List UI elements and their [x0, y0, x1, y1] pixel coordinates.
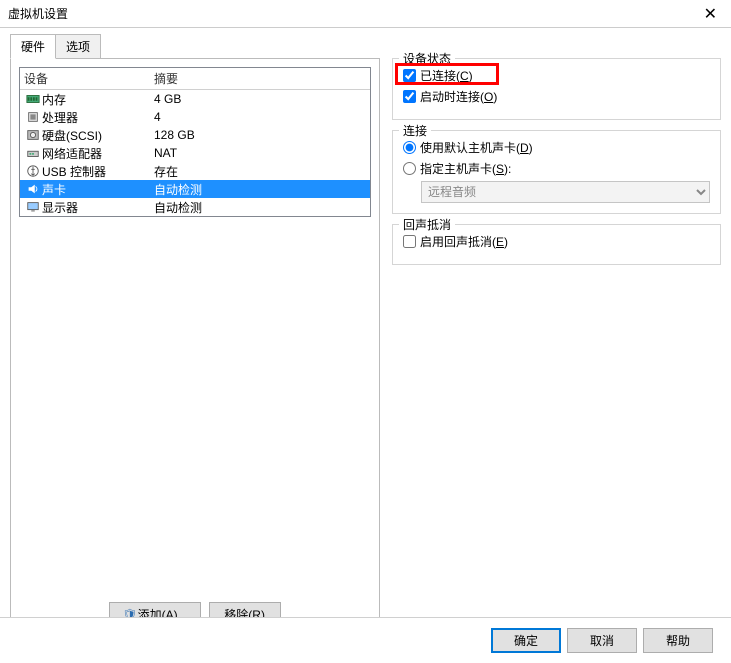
- device-summary: 自动检测: [154, 181, 366, 198]
- cpu-icon: [24, 110, 42, 124]
- enable-echo-label: 启用回声抵消(E): [420, 233, 508, 250]
- hardware-row[interactable]: 处理器4: [20, 108, 370, 126]
- use-default-host-label: 使用默认主机声卡(D): [420, 139, 533, 156]
- specify-host-radio[interactable]: [403, 162, 416, 175]
- tab-options[interactable]: 选项: [55, 34, 101, 59]
- device-name: 处理器: [42, 109, 154, 126]
- enable-echo-row[interactable]: 启用回声抵消(E): [403, 233, 710, 250]
- right-panel: 设备状态 已连接(C) 启动时连接(O) 连接 使用默认主机声卡(D): [392, 58, 721, 636]
- window-title: 虚拟机设置: [8, 5, 68, 22]
- connect-at-poweron-label: 启动时连接(O): [420, 88, 497, 105]
- device-summary: 自动检测: [154, 199, 366, 216]
- connected-label: 已连接(C): [420, 67, 473, 84]
- tab-bar: 硬件 选项: [10, 34, 721, 59]
- device-summary: 4: [154, 110, 366, 124]
- hardware-row[interactable]: 显示器自动检测: [20, 198, 370, 216]
- hardware-list: 设备 摘要 内存4 GB处理器4硬盘(SCSI)128 GB网络适配器NATUS…: [19, 67, 371, 217]
- connect-at-poweron-checkbox[interactable]: [403, 90, 416, 103]
- connected-checkbox-row[interactable]: 已连接(C): [403, 67, 710, 84]
- group-title-echo: 回声抵消: [399, 216, 455, 233]
- title-bar: 虚拟机设置 ✕: [0, 0, 731, 28]
- help-button[interactable]: 帮助: [643, 628, 713, 653]
- disk-icon: [24, 128, 42, 142]
- device-summary: 4 GB: [154, 92, 366, 106]
- hardware-row[interactable]: USB 控制器存在: [20, 162, 370, 180]
- hardware-row[interactable]: 网络适配器NAT: [20, 144, 370, 162]
- host-sound-select[interactable]: 远程音频: [421, 181, 710, 203]
- device-summary: 128 GB: [154, 128, 366, 142]
- cancel-button[interactable]: 取消: [567, 628, 637, 653]
- tab-hardware[interactable]: 硬件: [10, 34, 56, 59]
- ok-button[interactable]: 确定: [491, 628, 561, 653]
- hardware-row[interactable]: 声卡自动检测: [20, 180, 370, 198]
- specify-host-label: 指定主机声卡(S):: [420, 160, 511, 177]
- connection-group: 连接 使用默认主机声卡(D) 指定主机声卡(S): 远程音频: [392, 130, 721, 214]
- connect-at-poweron-row[interactable]: 启动时连接(O): [403, 88, 710, 105]
- display-icon: [24, 200, 42, 214]
- device-name: 声卡: [42, 181, 154, 198]
- col-device: 设备: [24, 70, 154, 87]
- connected-checkbox[interactable]: [403, 69, 416, 82]
- group-title-device-state: 设备状态: [399, 50, 455, 67]
- device-name: USB 控制器: [42, 163, 154, 180]
- device-name: 内存: [42, 91, 154, 108]
- bottom-bar: 确定 取消 帮助: [0, 617, 731, 663]
- group-title-connection: 连接: [399, 122, 431, 139]
- enable-echo-checkbox[interactable]: [403, 235, 416, 248]
- sound-icon: [24, 182, 42, 196]
- usb-icon: [24, 164, 42, 178]
- close-icon[interactable]: ✕: [698, 2, 723, 26]
- use-default-host-radio[interactable]: [403, 141, 416, 154]
- device-name: 网络适配器: [42, 145, 154, 162]
- use-default-host-row[interactable]: 使用默认主机声卡(D): [403, 139, 710, 156]
- device-state-group: 设备状态 已连接(C) 启动时连接(O): [392, 58, 721, 120]
- content-area: 硬件 选项 设备 摘要 内存4 GB处理器4硬盘(SCSI)128 GB网络适配…: [0, 28, 731, 642]
- hardware-list-header: 设备 摘要: [20, 68, 370, 90]
- device-name: 硬盘(SCSI): [42, 127, 154, 144]
- device-summary: NAT: [154, 146, 366, 160]
- memory-icon: [24, 92, 42, 106]
- hardware-row[interactable]: 内存4 GB: [20, 90, 370, 108]
- specify-host-row[interactable]: 指定主机声卡(S):: [403, 160, 710, 177]
- col-summary: 摘要: [154, 70, 366, 87]
- network-icon: [24, 146, 42, 160]
- echo-group: 回声抵消 启用回声抵消(E): [392, 224, 721, 265]
- hardware-row[interactable]: 硬盘(SCSI)128 GB: [20, 126, 370, 144]
- device-summary: 存在: [154, 163, 366, 180]
- device-name: 显示器: [42, 199, 154, 216]
- hardware-panel: 设备 摘要 内存4 GB处理器4硬盘(SCSI)128 GB网络适配器NATUS…: [10, 58, 380, 636]
